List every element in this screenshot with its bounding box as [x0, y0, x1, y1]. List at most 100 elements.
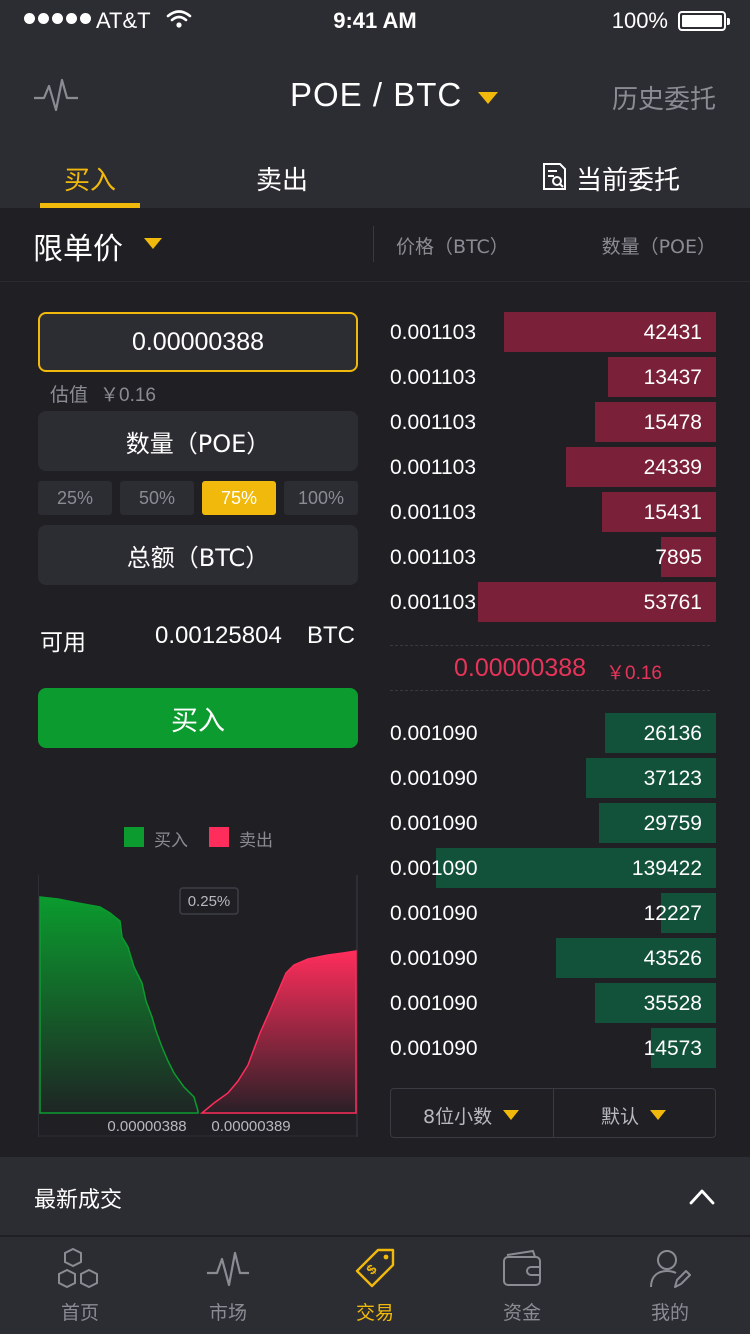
hexagons-icon [58, 1247, 98, 1289]
bid-price: 0.001090 [390, 767, 478, 790]
caret-down-icon[interactable] [478, 92, 498, 104]
bid-row[interactable]: 0.001090 26136 [390, 713, 716, 753]
last-price-cny: ￥0.16 [606, 663, 662, 684]
tab-current-orders[interactable]: 当前委托 [576, 160, 680, 197]
ask-row[interactable]: 0.001103 15431 [390, 492, 716, 532]
bid-qty: 35528 [643, 992, 702, 1015]
battery-percent: 100% [611, 8, 668, 33]
tabbar-item-home[interactable]: 首页 [20, 1247, 140, 1327]
ask-qty: 13437 [643, 366, 702, 389]
wallet-icon [503, 1249, 541, 1286]
market-pulse-icon[interactable] [32, 76, 80, 116]
ask-price: 0.001103 [390, 591, 477, 614]
battery-icon [678, 11, 730, 31]
status-bar: AT&T 9:41 AM 100% [0, 0, 750, 40]
ask-qty: 15431 [643, 501, 702, 524]
ask-price: 0.001103 [390, 366, 477, 389]
bid-row[interactable]: 0.001090 43526 [390, 938, 716, 978]
bid-price: 0.001090 [390, 902, 478, 925]
bid-price: 0.001090 [390, 722, 478, 745]
legend-sell-label: 卖出 [239, 831, 273, 851]
legend-buy-swatch [124, 827, 144, 847]
chevron-up-icon[interactable] [688, 1186, 716, 1206]
document-search-icon[interactable] [540, 162, 570, 192]
svg-text:$: $ [363, 1261, 380, 1278]
legend-buy-label: 买入 [154, 831, 188, 851]
price-input[interactable]: 0.00000388 [38, 312, 358, 372]
bid-qty: 26136 [643, 722, 702, 745]
order-history-link[interactable]: 历史委托 [612, 79, 716, 116]
ask-row[interactable]: 0.001103 15478 [390, 402, 716, 442]
bid-qty: 14573 [643, 1037, 702, 1060]
last-price: 0.00000388 [454, 654, 587, 682]
depth-x-label-right: 0.00000389 [211, 1118, 290, 1135]
bid-row[interactable]: 0.001090 35528 [390, 983, 716, 1023]
total-input[interactable]: 总额（BTC） [38, 525, 358, 585]
ask-row[interactable]: 0.001103 7895 [390, 537, 716, 577]
tag-icon: $ [355, 1248, 395, 1288]
caret-down-icon[interactable] [503, 1110, 519, 1120]
bid-qty: 139422 [631, 857, 702, 880]
ask-qty: 24339 [643, 456, 702, 479]
caret-down-icon[interactable] [650, 1110, 666, 1120]
tabbar-label: 首页 [60, 1302, 99, 1324]
ask-row[interactable]: 0.001103 24339 [390, 447, 716, 487]
divider [373, 226, 374, 262]
bid-price: 0.001090 [390, 812, 478, 835]
ask-row[interactable]: 0.001103 42431 [390, 312, 716, 352]
order-type-selector[interactable]: 限单价 [33, 224, 123, 268]
ask-qty: 53761 [643, 591, 702, 614]
tab-sell[interactable]: 卖出 [256, 160, 308, 197]
bid-row[interactable]: 0.001090 139422 [390, 848, 716, 888]
bid-qty: 37123 [643, 767, 702, 790]
book-header-qty: 数量（POE） [601, 236, 716, 258]
depth-chart[interactable]: 0.25% 0.00000388 0.00000389 [38, 875, 358, 1137]
bid-price: 0.001090 [390, 947, 478, 970]
bid-row[interactable]: 0.001090 37123 [390, 758, 716, 798]
tab-buy[interactable]: 买入 [64, 160, 116, 197]
tabbar-item-profile[interactable]: 我的 [610, 1247, 730, 1327]
quantity-input[interactable]: 数量（POE） [38, 411, 358, 471]
estimate-label: 估值 [50, 384, 89, 406]
book-options: 8位小数 默认 [390, 1088, 716, 1138]
percent-75-button[interactable]: 75% [202, 481, 276, 515]
tabbar-item-trade[interactable]: $ 交易 [315, 1247, 435, 1327]
estimate-value: ￥0.16 [100, 385, 156, 406]
percent-100-button[interactable]: 100% [284, 481, 358, 515]
tabbar-item-funds[interactable]: 资金 [462, 1247, 582, 1327]
ask-qty: 7895 [655, 546, 702, 569]
legend-sell-swatch [209, 827, 229, 847]
pulse-icon [207, 1251, 249, 1287]
decimals-selector[interactable]: 8位小数 [423, 1102, 492, 1129]
bid-row[interactable]: 0.001090 14573 [390, 1028, 716, 1068]
ask-price: 0.001103 [390, 456, 477, 479]
percent-50-button[interactable]: 50% [120, 481, 194, 515]
divider [390, 645, 710, 646]
bid-row[interactable]: 0.001090 12227 [390, 893, 716, 933]
ask-price: 0.001103 [390, 501, 477, 524]
trading-pair-selector[interactable]: POE / BTC [290, 76, 462, 114]
bid-qty: 29759 [643, 812, 702, 835]
user-icon [650, 1250, 691, 1288]
tabbar-item-market[interactable]: 市场 [168, 1247, 288, 1327]
ask-price: 0.001103 [390, 411, 477, 434]
bid-price: 0.001090 [390, 992, 478, 1015]
ask-price: 0.001103 [390, 321, 477, 344]
available-value: 0.00125804 [155, 622, 282, 649]
available-label: 可用 [40, 630, 86, 656]
bid-qty: 43526 [643, 947, 702, 970]
depth-x-label-left: 0.00000388 [107, 1118, 186, 1135]
ask-qty: 42431 [643, 321, 702, 344]
bid-row[interactable]: 0.001090 29759 [390, 803, 716, 843]
tabbar-label: 我的 [650, 1302, 689, 1324]
available-unit: BTC [307, 622, 355, 649]
ask-row[interactable]: 0.001103 13437 [390, 357, 716, 397]
book-header-price: 价格（BTC） [396, 236, 509, 258]
buy-button[interactable]: 买入 [38, 688, 358, 748]
ask-qty: 15478 [643, 411, 702, 434]
latest-trades-title: 最新成交 [34, 1188, 123, 1213]
caret-down-icon[interactable] [144, 238, 162, 249]
mode-selector[interactable]: 默认 [601, 1102, 639, 1129]
percent-25-button[interactable]: 25% [38, 481, 112, 515]
ask-row[interactable]: 0.001103 53761 [390, 582, 716, 622]
